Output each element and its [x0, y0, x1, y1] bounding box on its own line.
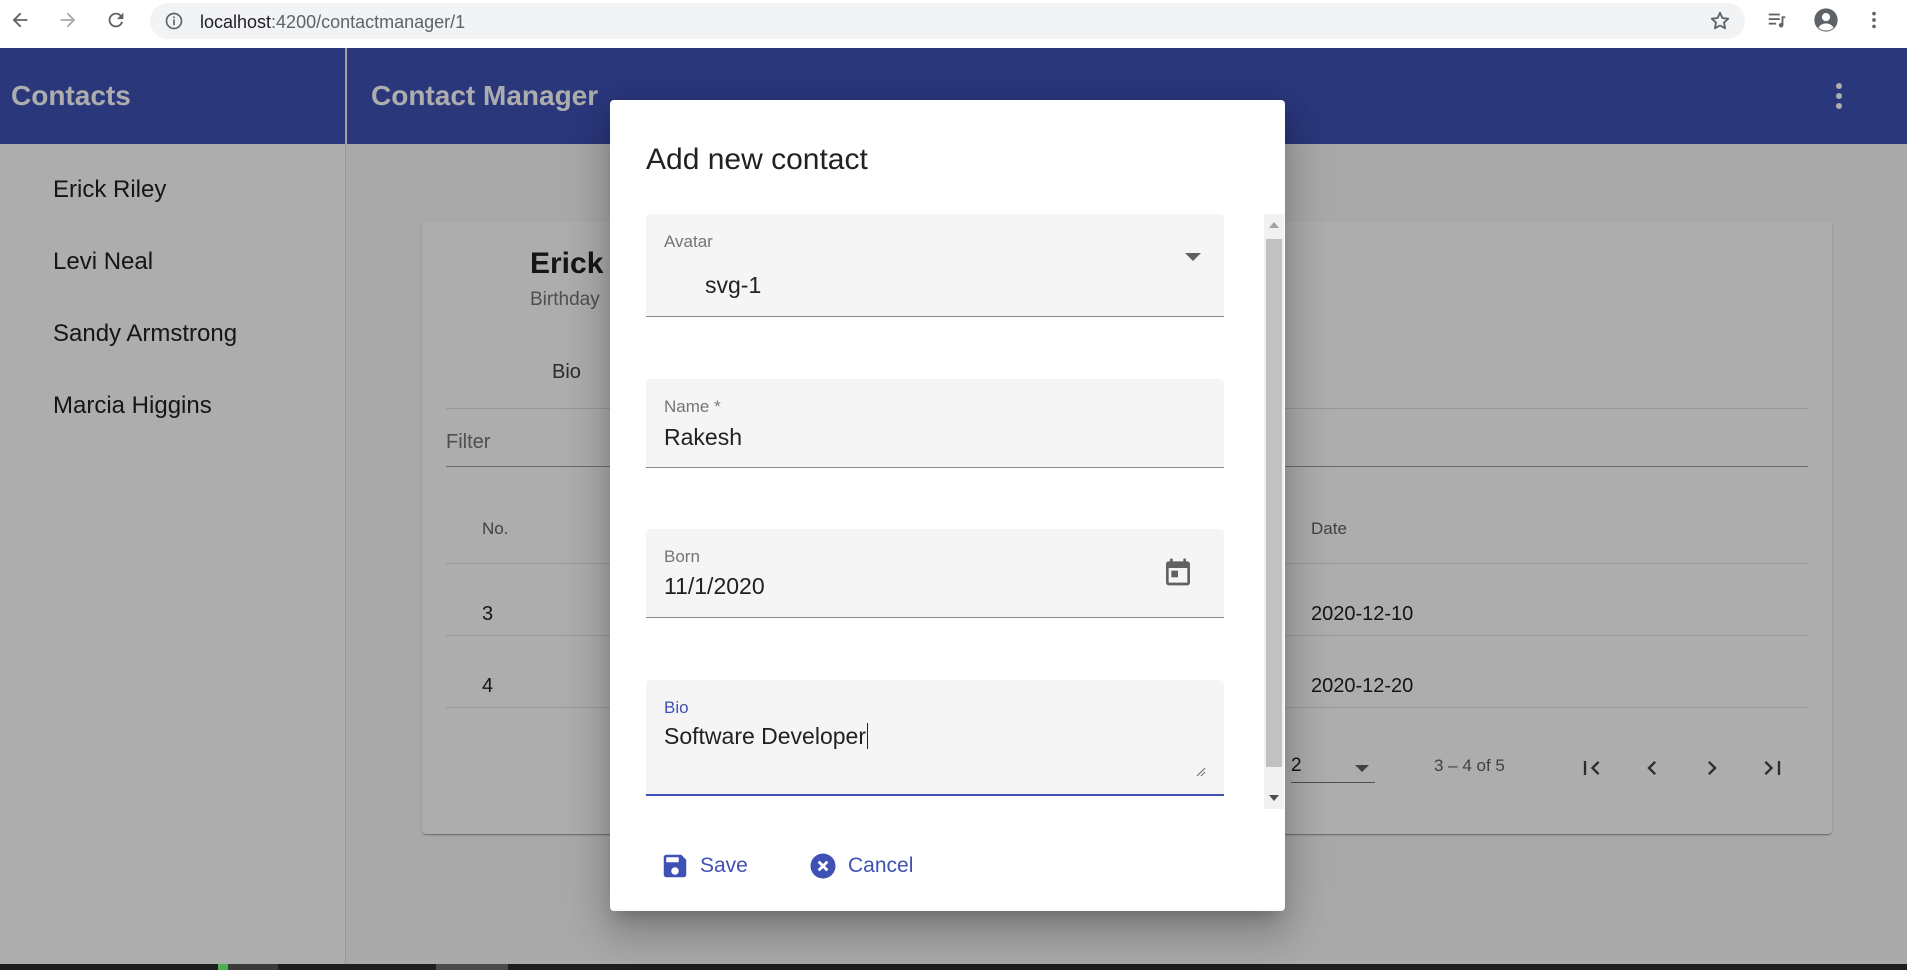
bio-input-value: Software Developer — [664, 723, 868, 750]
taskbar-item[interactable] — [436, 964, 508, 970]
chevron-down-icon — [1185, 253, 1201, 261]
born-input-value: 11/1/2020 — [664, 573, 765, 599]
media-queue-icon[interactable] — [1763, 6, 1791, 34]
avatar-label: Avatar — [664, 232, 713, 251]
taskbar-indicator — [218, 964, 228, 970]
name-label: Name * — [664, 397, 721, 416]
dialog-scrollbar[interactable] — [1264, 214, 1284, 809]
dialog-content: Avatar svg-1 Name * Rakesh Born 11/1/202… — [646, 214, 1263, 914]
save-button[interactable]: Save — [646, 842, 762, 890]
scroll-up-arrow-icon[interactable] — [1269, 222, 1279, 228]
born-field[interactable]: Born 11/1/2020 — [646, 529, 1224, 618]
bio-label: Bio — [664, 698, 689, 717]
dialog-title: Add new contact — [646, 143, 868, 176]
text-caret — [867, 723, 868, 749]
save-label: Save — [700, 854, 748, 877]
bio-textarea[interactable]: Bio Software Developer — [646, 680, 1224, 796]
site-info-icon[interactable] — [164, 11, 184, 36]
name-input-value: Rakesh — [664, 424, 742, 450]
cancel-icon — [808, 851, 838, 881]
url-host: localhost — [200, 12, 272, 32]
avatar-value: svg-1 — [705, 272, 762, 298]
account-icon[interactable] — [1812, 6, 1840, 34]
cancel-label: Cancel — [848, 854, 914, 877]
browser-menu-icon[interactable] — [1860, 6, 1888, 34]
calendar-icon[interactable] — [1162, 555, 1194, 594]
browser-toolbar: localhost:4200/contactmanager/1 — [0, 0, 1907, 48]
born-label: Born — [664, 547, 700, 566]
reload-icon[interactable] — [102, 6, 130, 34]
bio-text: Software Developer — [664, 723, 866, 749]
url-text: localhost:4200/contactmanager/1 — [200, 12, 465, 33]
back-arrow-icon[interactable] — [6, 6, 34, 34]
cancel-button[interactable]: Cancel — [794, 842, 927, 890]
url-path: :4200/contactmanager/1 — [271, 12, 466, 32]
taskbar — [0, 964, 1907, 970]
save-icon — [660, 851, 690, 881]
bookmark-star-icon[interactable] — [1709, 10, 1731, 37]
avatar-select[interactable]: Avatar svg-1 — [646, 214, 1224, 317]
scrollbar-thumb[interactable] — [1266, 239, 1282, 767]
forward-arrow-icon[interactable] — [54, 6, 82, 34]
scroll-down-arrow-icon[interactable] — [1269, 795, 1279, 801]
name-field[interactable]: Name * Rakesh — [646, 379, 1224, 468]
resize-handle-icon[interactable] — [1194, 764, 1206, 782]
add-contact-dialog: Add new contact Avatar svg-1 Name * Rake… — [610, 100, 1285, 911]
address-bar[interactable]: localhost:4200/contactmanager/1 — [150, 3, 1745, 39]
